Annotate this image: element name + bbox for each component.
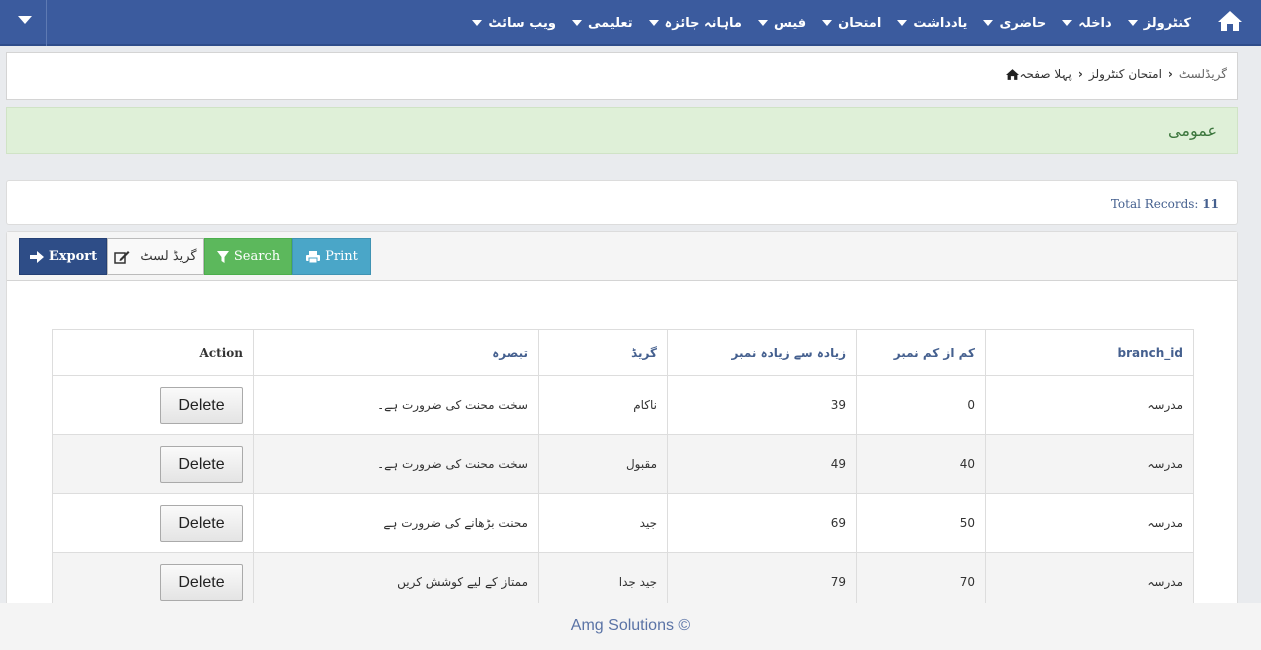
action-cell: Delete	[52, 434, 254, 494]
caret-down-icon	[897, 20, 908, 26]
nav-item-fees[interactable]: فیس	[750, 16, 814, 31]
records-summary: Total Records: 11	[6, 180, 1238, 225]
max-marks-cell: 69	[667, 493, 857, 553]
nav-menu: کنٹرولز داخلہ حاضری یادداشت امتحان فیس م…	[464, 0, 1199, 46]
footer: Amg Solutions ©	[0, 603, 1261, 650]
total-records-label: Total Records:	[1110, 197, 1199, 211]
nav-item-attendance[interactable]: حاضری	[975, 16, 1054, 31]
column-header-max-marks[interactable]: زیادہ سے زیادہ نمبر	[667, 329, 857, 376]
nav-item-label: ماہانہ جائزہ	[664, 15, 742, 31]
max-marks-cell: 39	[667, 375, 857, 435]
caret-down-icon	[1062, 20, 1073, 26]
remarks-cell: سخت محنت کی ضرورت ہے۔	[253, 375, 539, 435]
export-button[interactable]: Export	[19, 238, 107, 275]
print-label: Print	[325, 249, 358, 264]
delete-button[interactable]: Delete	[160, 445, 243, 483]
filter-icon	[216, 250, 229, 263]
branch-cell: مدرسہ	[985, 434, 1194, 494]
nav-item-label: تعلیمی	[587, 15, 633, 31]
delete-button[interactable]: Delete	[160, 504, 243, 542]
nav-item-label: کنٹرولز	[1143, 15, 1191, 31]
breadcrumb-trail: پہلا صفحہ ‹ امتحان کنٹرولز ‹ گریڈلسٹ	[1000, 67, 1227, 81]
caret-down-icon	[822, 20, 833, 26]
total-records-count: 11	[1202, 197, 1219, 211]
nav-item-controls[interactable]: کنٹرولز	[1120, 16, 1199, 31]
grade-table: Action تبصرہ گریڈ زیادہ سے زیادہ نمبر کم…	[52, 329, 1194, 612]
min-marks-cell: 50	[856, 493, 986, 553]
breadcrumb-exam-controls-link[interactable]: امتحان کنٹرولز	[1089, 67, 1162, 81]
nav-item-admission[interactable]: داخلہ	[1054, 16, 1119, 31]
footer-copyright: Amg Solutions ©	[570, 617, 691, 634]
caret-down-icon	[648, 20, 659, 26]
nav-item-label: ویب سائٹ	[488, 15, 556, 31]
table-row: Delete سخت محنت کی ضرورت ہے۔ ناکام 39 0 …	[52, 375, 1194, 435]
remarks-cell: سخت محنت کی ضرورت ہے۔	[253, 434, 539, 494]
chevron-left-icon: ‹	[1077, 67, 1083, 81]
nav-item-label: فیس	[773, 15, 807, 31]
column-header-min-marks[interactable]: کم از کم نمبر	[856, 329, 986, 376]
home-icon[interactable]	[1217, 9, 1243, 33]
caret-down-icon	[472, 20, 483, 26]
print-button[interactable]: Print	[292, 238, 371, 275]
nav-item-academic[interactable]: تعلیمی	[564, 16, 641, 31]
table-row: Delete سخت محنت کی ضرورت ہے۔ مقبول 49 40…	[52, 434, 1194, 494]
action-cell: Delete	[52, 493, 254, 553]
max-marks-cell: 49	[667, 434, 857, 494]
grade-cell: جید	[538, 493, 668, 553]
breadcrumb-home-link[interactable]: پہلا صفحہ	[1020, 67, 1072, 81]
nav-item-label: داخلہ	[1078, 15, 1112, 31]
breadcrumb-current: گریڈلسٹ	[1178, 67, 1227, 81]
toolbar: Export گریڈ لسٹ Search Print	[7, 232, 1237, 281]
info-alert: عمومی	[6, 107, 1238, 154]
gradelist-label: گریڈ لسٹ	[140, 249, 197, 264]
remarks-cell: محنت بڑھانے کی ضرورت ہے	[253, 493, 539, 553]
chevron-left-icon: ‹	[1167, 67, 1173, 81]
caret-down-icon	[983, 20, 994, 26]
nav-item-exam[interactable]: امتحان	[814, 16, 889, 31]
branch-cell: مدرسہ	[985, 493, 1194, 553]
caret-down-icon	[571, 20, 582, 26]
table-row: Delete محنت بڑھانے کی ضرورت ہے جید 69 50…	[52, 493, 1194, 553]
column-header-branch-id[interactable]: branch_id	[985, 329, 1194, 376]
nav-item-label: حاضری	[999, 15, 1047, 31]
edit-icon	[114, 250, 130, 264]
sidebar-toggle-caret-icon[interactable]	[18, 16, 32, 24]
nav-item-monthly-review[interactable]: ماہانہ جائزہ	[641, 16, 750, 31]
print-icon	[306, 250, 321, 263]
delete-button[interactable]: Delete	[160, 563, 243, 601]
min-marks-cell: 40	[856, 434, 986, 494]
nav-item-website[interactable]: ویب سائٹ	[464, 16, 564, 31]
search-button[interactable]: Search	[204, 238, 292, 275]
caret-down-icon	[757, 20, 768, 26]
top-navbar: کنٹرولز داخلہ حاضری یادداشت امتحان فیس م…	[0, 0, 1261, 46]
export-label: Export	[48, 249, 98, 264]
grade-cell: مقبول	[538, 434, 668, 494]
column-header-remarks[interactable]: تبصرہ	[253, 329, 539, 376]
column-header-action: Action	[52, 329, 254, 376]
min-marks-cell: 0	[856, 375, 986, 435]
column-header-grade[interactable]: گریڈ	[538, 329, 668, 376]
action-cell: Delete	[52, 375, 254, 435]
breadcrumb: پہلا صفحہ ‹ امتحان کنٹرولز ‹ گریڈلسٹ	[6, 52, 1238, 100]
grade-cell: ناکام	[538, 375, 668, 435]
grade-list-panel: Export گریڈ لسٹ Search Print Action تبصر…	[6, 231, 1238, 612]
delete-button[interactable]: Delete	[160, 386, 243, 424]
branch-cell: مدرسہ	[985, 375, 1194, 435]
table-header-row: Action تبصرہ گریڈ زیادہ سے زیادہ نمبر کم…	[52, 329, 1194, 376]
home-icon[interactable]	[1005, 68, 1020, 81]
nav-item-label: امتحان	[838, 15, 882, 31]
navbar-divider	[46, 0, 47, 46]
nav-item-label: یادداشت	[913, 15, 968, 31]
total-records: Total Records: 11	[1111, 197, 1219, 211]
search-label: Search	[233, 249, 281, 264]
alert-text: عمومی	[1168, 121, 1217, 140]
gradelist-button[interactable]: گریڈ لسٹ	[107, 238, 204, 275]
arrow-right-icon	[29, 250, 44, 263]
nav-item-notes[interactable]: یادداشت	[889, 16, 975, 31]
caret-down-icon	[1127, 20, 1138, 26]
